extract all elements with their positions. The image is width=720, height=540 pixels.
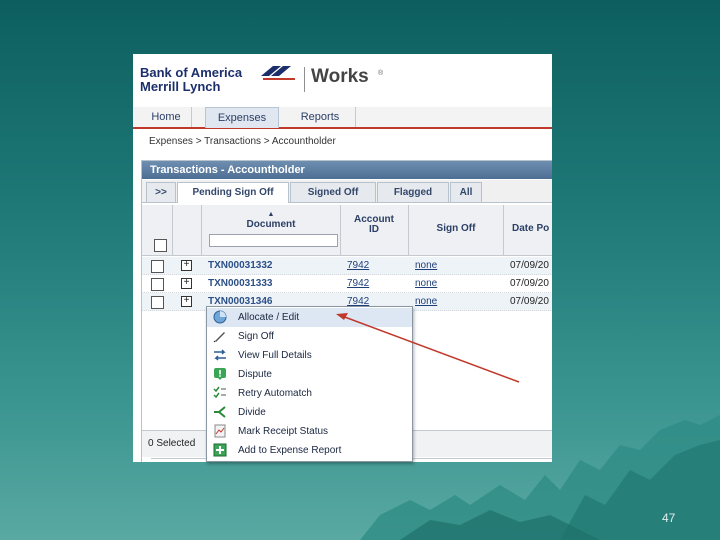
account-id-header-label: Account ID <box>354 214 394 235</box>
checklist-icon <box>213 386 226 399</box>
subtab-all[interactable]: All <box>450 182 482 202</box>
menu-label: Dispute <box>238 369 272 380</box>
menu-label: View Full Details <box>238 350 312 361</box>
row-checkbox[interactable] <box>151 260 164 273</box>
sign-off-column-header[interactable]: Sign Off <box>409 205 504 255</box>
breadcrumb: Expenses > Transactions > Accountholder <box>149 136 336 147</box>
report-add-icon <box>213 443 227 457</box>
menu-label: Mark Receipt Status <box>238 426 329 437</box>
menu-label: Retry Automatch <box>238 388 312 399</box>
table-row[interactable]: + TXN00031333 7942 none 07/09/20 <box>142 275 552 293</box>
context-menu: Allocate / Edit Sign Off View Full Detai… <box>206 306 413 462</box>
document-header-label: Document <box>246 219 296 230</box>
pen-icon <box>213 332 225 343</box>
expand-icon[interactable]: + <box>181 260 192 271</box>
document-filter-input[interactable] <box>209 234 338 247</box>
expand-icon[interactable]: + <box>181 278 192 289</box>
date-column-header[interactable]: Date Po <box>504 205 552 255</box>
account-id-link[interactable]: 7942 <box>347 260 369 271</box>
sign-off-link[interactable]: none <box>415 296 437 307</box>
works-product-name: Works <box>311 66 369 87</box>
date-cell: 07/09/20 <box>510 296 549 307</box>
slide-number: 47 <box>662 511 676 525</box>
selected-count-label: 0 Selected <box>148 438 196 449</box>
subtab-expand[interactable]: >> <box>146 182 176 202</box>
table-row[interactable]: + TXN00031332 7942 none 07/09/20 <box>142 257 552 275</box>
pie-chart-icon <box>213 310 227 324</box>
date-header-label: Date Po <box>512 223 550 234</box>
date-cell: 07/09/20 <box>510 278 549 289</box>
logo-divider <box>304 67 305 92</box>
registered-mark: ® <box>378 70 384 77</box>
receipt-icon <box>214 424 226 438</box>
nav-tab-home[interactable]: Home <box>141 107 192 127</box>
expand-icon[interactable]: + <box>181 296 192 307</box>
subtab-bar: >> Pending Sign Off Signed Off Flagged A… <box>142 180 552 203</box>
sign-off-link[interactable]: none <box>415 260 437 271</box>
arrows-icon <box>214 349 226 361</box>
menu-item-sign-off[interactable]: Sign Off <box>207 327 412 346</box>
sort-arrow-icon: ▲ <box>267 211 275 218</box>
document-column-header[interactable]: ▲ Document <box>202 205 341 255</box>
header-logo-area: Bank of America Merrill Lynch Works ® <box>133 54 552 106</box>
nav-tab-reports[interactable]: Reports <box>285 107 356 127</box>
grid-header: ▲ Document Account ID Sign Off Date Po <box>142 205 552 256</box>
row-checkbox[interactable] <box>151 278 164 291</box>
sign-off-link[interactable]: none <box>415 278 437 289</box>
subtab-flagged[interactable]: Flagged <box>377 182 449 202</box>
bank-name-line1: Bank of America <box>140 65 243 80</box>
document-cell[interactable]: TXN00031333 <box>208 278 273 289</box>
menu-label: Divide <box>238 407 266 418</box>
account-id-link[interactable]: 7942 <box>347 278 369 289</box>
menu-item-add-to-expense-report[interactable]: Add to Expense Report <box>207 441 412 460</box>
main-nav: Home Expenses Reports <box>133 107 552 129</box>
select-all-col <box>142 205 173 255</box>
menu-item-dispute[interactable]: Dispute <box>207 365 412 384</box>
nav-tab-expenses[interactable]: Expenses <box>205 107 279 128</box>
row-checkbox[interactable] <box>151 296 164 309</box>
panel-title: Transactions - Accountholder <box>142 161 552 179</box>
menu-item-retry-automatch[interactable]: Retry Automatch <box>207 384 412 403</box>
menu-label: Sign Off <box>238 331 274 342</box>
bank-logo-text: Bank of America Merrill Lynch <box>140 66 242 94</box>
menu-label: Allocate / Edit <box>238 312 300 323</box>
flag-logo-icon <box>261 66 295 80</box>
select-all-checkbox[interactable] <box>154 239 167 252</box>
subtab-signed-off[interactable]: Signed Off <box>290 182 376 202</box>
menu-item-mark-receipt-status[interactable]: Mark Receipt Status <box>207 422 412 441</box>
bank-name-line2: Merrill Lynch <box>140 79 221 94</box>
menu-item-allocate-edit[interactable]: Allocate / Edit <box>207 308 412 327</box>
expand-col <box>173 205 202 255</box>
sign-off-header-label: Sign Off <box>436 223 476 234</box>
subtab-pending-sign-off[interactable]: Pending Sign Off <box>177 182 289 203</box>
menu-item-divide[interactable]: Divide <box>207 403 412 422</box>
alert-icon <box>214 368 226 380</box>
date-cell: 07/09/20 <box>510 260 549 271</box>
account-id-column-header[interactable]: Account ID <box>341 205 409 255</box>
split-icon <box>214 406 226 418</box>
document-cell[interactable]: TXN00031332 <box>208 260 273 271</box>
menu-item-view-full-details[interactable]: View Full Details <box>207 346 412 365</box>
menu-label: Add to Expense Report <box>238 445 342 456</box>
